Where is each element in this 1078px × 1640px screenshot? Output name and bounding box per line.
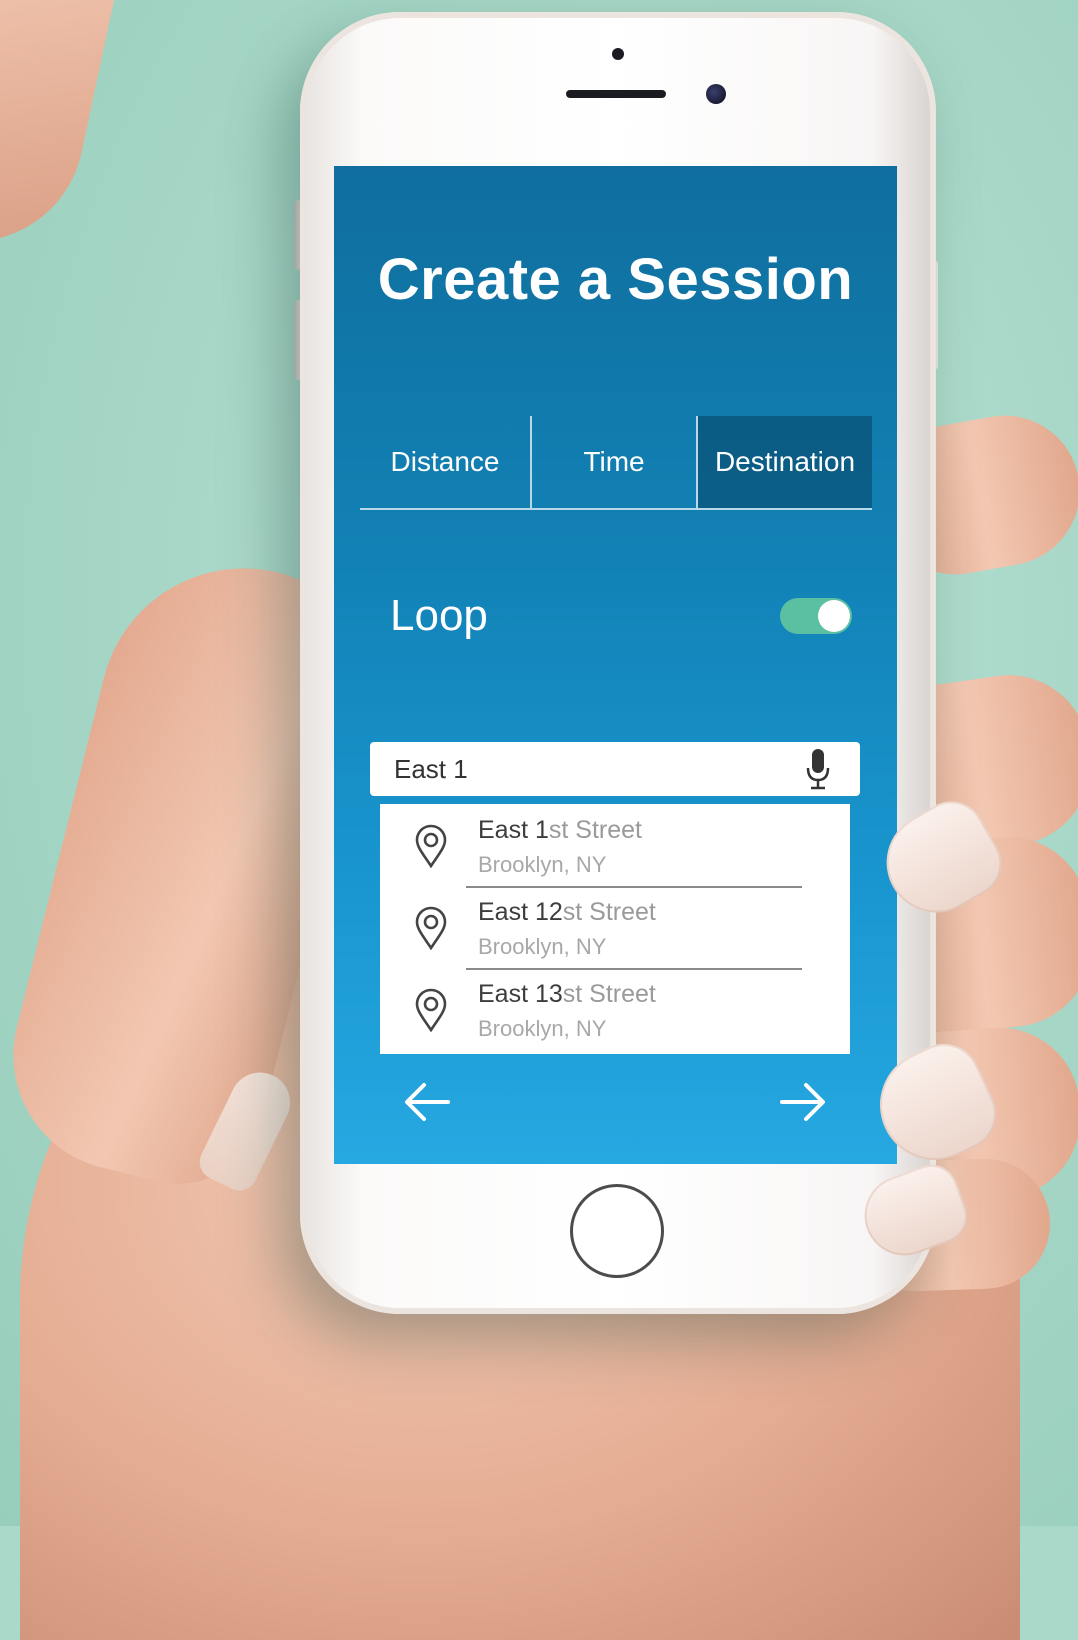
microphone-icon[interactable] [798,744,838,794]
loop-toggle[interactable] [780,598,852,634]
loop-label: Loop [390,591,488,640]
suggestion-street: East 13st Street [478,980,656,1008]
page-title: Create a Session [377,247,854,312]
arrow-right-icon[interactable] [778,1080,828,1124]
map-pin-icon [415,824,447,868]
suggestion-street: East 12st Street [478,898,656,926]
tab-time[interactable]: Time [532,416,698,508]
suggestion-item[interactable]: East 13st Street Brooklyn, NY [380,968,850,1048]
front-camera [706,84,726,104]
proximity-sensor [612,48,624,60]
session-type-tabs: Distance Time Destination [360,416,872,510]
arrow-left-icon[interactable] [402,1080,452,1124]
suggestion-street: East 1st Street [478,816,642,844]
map-pin-icon [415,906,447,950]
suggestion-item[interactable]: East 1st Street Brooklyn, NY [380,804,850,888]
suggestion-city: Brooklyn, NY [478,934,607,959]
toggle-knob [818,600,850,632]
map-pin-icon [415,988,447,1032]
suggestion-item[interactable]: East 12st Street Brooklyn, NY [380,886,850,970]
suggestion-city: Brooklyn, NY [478,852,607,877]
destination-search-input[interactable] [370,741,798,797]
destination-search-box [370,741,860,797]
tab-distance[interactable]: Distance [360,416,532,508]
home-button[interactable] [570,1184,664,1278]
app-screen: Create a Session Distance Time Destinati… [334,166,897,1164]
earpiece-speaker [566,90,666,98]
suggestion-city: Brooklyn, NY [478,1016,607,1041]
address-suggestions: East 1st Street Brooklyn, NY East 12st S… [380,804,850,1054]
tab-destination[interactable]: Destination [698,416,872,508]
